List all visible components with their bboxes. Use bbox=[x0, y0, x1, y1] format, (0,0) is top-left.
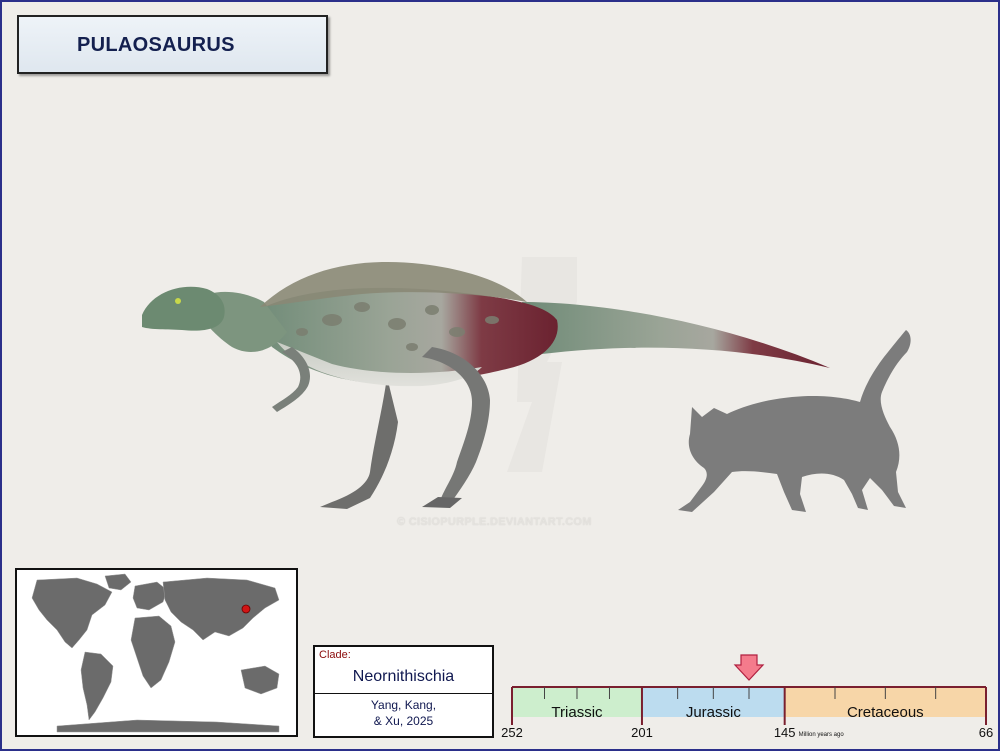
clade-value: Neornithischia bbox=[352, 668, 455, 685]
authority-line-1: Yang, Kang, bbox=[370, 698, 437, 712]
world-map-svg bbox=[31, 573, 280, 733]
period-label-triassic: Triassic bbox=[551, 704, 603, 721]
greenland-shape bbox=[104, 573, 132, 591]
antarctica-shape bbox=[56, 719, 280, 733]
tick-label: 252 bbox=[501, 725, 523, 740]
authority-line-2: & Xu, 2025 bbox=[373, 714, 434, 728]
south-america-shape bbox=[80, 651, 114, 721]
time-marker-arrow bbox=[733, 654, 765, 681]
period-label-jurassic: Jurassic bbox=[686, 704, 742, 721]
watermark-text: © CISIOPURPLE.DEVIANTART.COM bbox=[397, 516, 592, 528]
tick-label: 201 bbox=[631, 725, 653, 740]
locality-marker bbox=[241, 604, 251, 614]
north-america-shape bbox=[31, 577, 113, 649]
clade-box: Clade: Neornithischia Yang, Kang, & Xu, … bbox=[313, 645, 494, 738]
period-label-cretaceous: Cretaceous bbox=[847, 704, 924, 721]
asia-shape bbox=[162, 577, 280, 641]
geologic-timeline: Triassic Jurassic Cretaceous 252 201 145 66 Mil… bbox=[501, 654, 993, 740]
page-title: PULAOSAURUS bbox=[77, 34, 235, 56]
title-box: PULAOSAURUS bbox=[17, 15, 328, 74]
tick-label: 66 bbox=[979, 725, 993, 740]
clade-label: Clade: bbox=[319, 649, 351, 661]
infographic-frame: PULAOSAURUS © CISIOPURPLE.DEVIANTART.COM… bbox=[0, 0, 1000, 751]
clade-divider bbox=[315, 693, 492, 694]
unit-label: Million years ago bbox=[799, 732, 845, 738]
europe-shape bbox=[132, 581, 168, 611]
tick-label: 145 bbox=[774, 725, 796, 740]
australia-shape bbox=[240, 665, 280, 695]
world-map bbox=[15, 568, 298, 737]
africa-shape bbox=[130, 615, 176, 689]
